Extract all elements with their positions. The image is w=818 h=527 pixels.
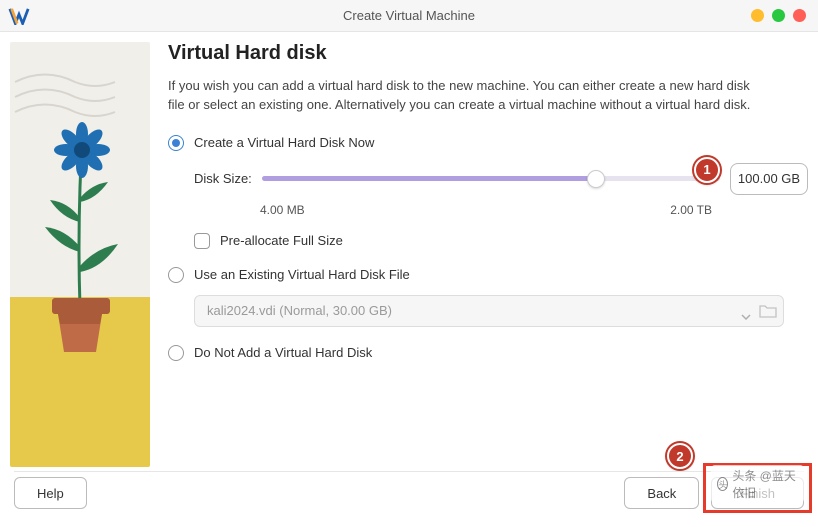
main-content: Virtual Hard disk If you wish you can ad… — [0, 32, 818, 471]
footer: Help Back Finish 头 头条 @蓝天依旧 — [0, 471, 818, 527]
page-heading: Virtual Hard disk — [168, 42, 808, 65]
disk-size-max: 2.00 TB — [670, 203, 712, 217]
preallocate-checkbox[interactable]: Pre-allocate Full Size — [168, 233, 808, 249]
radio-icon — [168, 267, 184, 283]
titlebar: Create Virtual Machine — [0, 0, 818, 32]
existing-disk-select: kali2024.vdi (Normal, 30.00 GB) — [194, 295, 784, 327]
disk-size-slider[interactable] — [262, 166, 720, 192]
radio-icon — [168, 345, 184, 361]
option-do-not-add[interactable]: Do Not Add a Virtual Hard Disk — [168, 345, 808, 361]
checkbox-icon — [194, 233, 210, 249]
disk-size-value[interactable]: 100.00 GB — [730, 163, 808, 195]
preallocate-label: Pre-allocate Full Size — [220, 233, 343, 248]
folder-browse-icon — [759, 303, 777, 319]
window-controls — [751, 9, 818, 22]
annotation-marker-1: 1 — [694, 157, 720, 183]
disk-size-label: Disk Size: — [194, 171, 252, 186]
option-label: Create a Virtual Hard Disk Now — [194, 135, 374, 150]
page-description: If you wish you can add a virtual hard d… — [168, 77, 768, 115]
close-button[interactable] — [793, 9, 806, 22]
radio-icon — [168, 135, 184, 151]
option-label: Do Not Add a Virtual Hard Disk — [194, 345, 372, 360]
option-label: Use an Existing Virtual Hard Disk File — [194, 267, 410, 282]
window-title: Create Virtual Machine — [0, 8, 818, 23]
wizard-illustration — [10, 42, 150, 467]
disk-size-min: 4.00 MB — [260, 203, 305, 217]
option-create-now[interactable]: Create a Virtual Hard Disk Now — [168, 135, 808, 151]
option-use-existing[interactable]: Use an Existing Virtual Hard Disk File — [168, 267, 808, 283]
annotation-marker-2: 2 — [667, 443, 693, 469]
minimize-button[interactable] — [751, 9, 764, 22]
watermark-icon: 头 — [717, 477, 728, 491]
maximize-button[interactable] — [772, 9, 785, 22]
help-button[interactable]: Help — [14, 477, 87, 509]
existing-disk-placeholder: kali2024.vdi (Normal, 30.00 GB) — [207, 303, 392, 318]
slider-thumb-icon[interactable] — [587, 170, 605, 188]
back-button[interactable]: Back — [624, 477, 699, 509]
watermark: 头 头条 @蓝天依旧 — [711, 465, 804, 503]
chevron-down-icon — [741, 308, 751, 314]
